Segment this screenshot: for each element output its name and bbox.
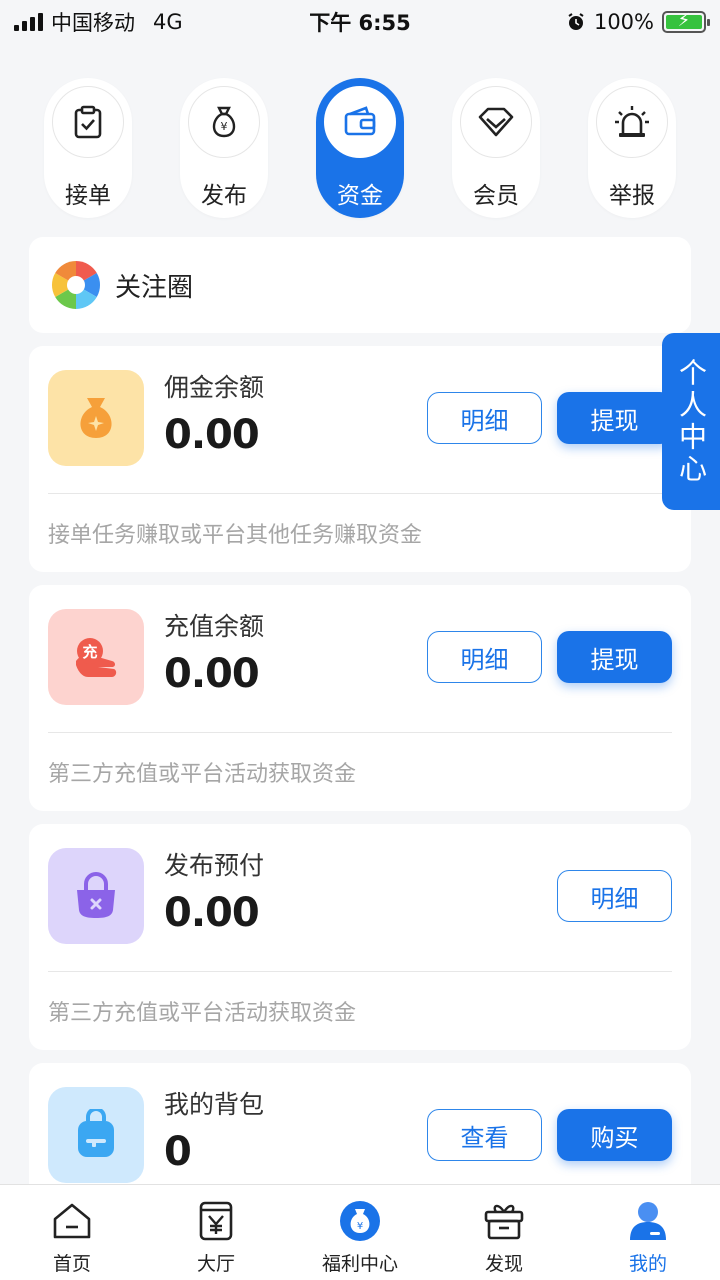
- quick-nav-member[interactable]: 会员: [452, 78, 540, 218]
- fund-icon-box: 充: [48, 609, 144, 705]
- backpack-buy-button[interactable]: 购买: [557, 1109, 672, 1161]
- fund-icon-box: [48, 1087, 144, 1183]
- signal-icon: [14, 13, 43, 31]
- svg-text:充: 充: [82, 643, 97, 661]
- quick-nav-label: 发布: [201, 183, 247, 209]
- fund-description: 接单任务赚取或平台其他任务赚取资金: [48, 523, 423, 548]
- user-icon: [626, 1199, 670, 1243]
- quick-nav-icon-circle: [324, 86, 396, 158]
- fund-icon-box: [48, 370, 144, 466]
- battery-icon: ⚡: [662, 10, 710, 33]
- battery-label: 100%: [593, 10, 654, 34]
- divider: [48, 971, 672, 972]
- status-bar: 中国移动 4G 下午 6:55 100% ⚡: [0, 0, 720, 44]
- money-bag-icon: ¥: [212, 106, 236, 138]
- diamond-icon: [478, 107, 514, 137]
- lock-bag-icon: [77, 872, 115, 918]
- tab-hall[interactable]: 大厅: [144, 1185, 288, 1280]
- recharge-withdraw-button[interactable]: 提现: [557, 631, 672, 683]
- welfare-bag-icon: ¥: [338, 1199, 382, 1243]
- bottom-tab-bar: 首页 大厅 ¥ 福利中心 发现 我的: [0, 1184, 720, 1280]
- fund-title: 充值余额: [164, 612, 265, 641]
- camera-aperture-icon: [51, 261, 101, 309]
- prepaid-detail-button[interactable]: 明细: [557, 870, 672, 922]
- tab-discover[interactable]: 发现: [432, 1185, 576, 1280]
- recharge-balance-card: 充 充值余额 0.00 明细 提现 第三方充值或平台活动获取资金: [29, 585, 691, 811]
- fund-title: 佣金余额: [164, 373, 265, 402]
- tab-mine[interactable]: 我的: [576, 1185, 720, 1280]
- wallet-icon: [344, 106, 376, 136]
- fund-card-top: 佣金余额 0.00 明细 提现: [29, 346, 691, 494]
- gift-box-icon: [482, 1199, 526, 1243]
- fund-value: 0: [164, 1129, 192, 1175]
- commission-withdraw-button[interactable]: 提现: [557, 392, 672, 444]
- recharge-detail-button[interactable]: 明细: [427, 631, 542, 683]
- svg-text:¥: ¥: [221, 120, 228, 133]
- quick-nav-label: 接单: [65, 183, 111, 209]
- fund-value: 0.00: [164, 412, 260, 458]
- quick-nav-label: 举报: [609, 183, 655, 209]
- alarm-siren-icon: [615, 106, 649, 137]
- backpack-view-button[interactable]: 查看: [427, 1109, 542, 1161]
- fund-value: 0.00: [164, 890, 260, 936]
- fund-title: 我的背包: [164, 1090, 265, 1119]
- follow-circle-label: 关注圈: [115, 272, 194, 303]
- backpack-icon: [78, 1109, 114, 1157]
- divider: [48, 493, 672, 494]
- tab-label: 福利中心: [321, 1253, 398, 1275]
- status-right: 100% ⚡: [566, 10, 710, 34]
- quick-nav-label: 会员: [473, 183, 519, 209]
- fund-icon-box: [48, 848, 144, 944]
- tab-home[interactable]: 首页: [0, 1185, 144, 1280]
- quick-nav-publish[interactable]: ¥ 发布: [180, 78, 268, 218]
- publish-prepaid-card: 发布预付 0.00 明细 第三方充值或平台活动获取资金: [29, 824, 691, 1050]
- personal-center-tab[interactable]: 个人中心: [662, 333, 720, 510]
- divider: [48, 732, 672, 733]
- tab-welfare-center[interactable]: ¥ 福利中心: [288, 1185, 432, 1280]
- yuan-hall-icon: [194, 1199, 238, 1243]
- commission-detail-button[interactable]: 明细: [427, 392, 542, 444]
- fund-title: 发布预付: [164, 851, 265, 880]
- follow-circle-card[interactable]: 关注圈: [29, 237, 691, 333]
- quick-nav-accept-order[interactable]: 接单: [44, 78, 132, 218]
- commission-balance-card: 佣金余额 0.00 明细 提现 接单任务赚取或平台其他任务赚取资金: [29, 346, 691, 572]
- quick-nav-report[interactable]: 举报: [588, 78, 676, 218]
- alarm-icon: [568, 13, 584, 30]
- fund-value: 0.00: [164, 651, 260, 697]
- fund-description: 第三方充值或平台活动获取资金: [48, 762, 357, 787]
- clipboard-check-icon: [74, 105, 102, 139]
- quick-nav-icon-circle: [596, 86, 668, 158]
- quick-nav-icon-circle: ¥: [188, 86, 260, 158]
- fund-card-top: 发布预付 0.00 明细: [29, 824, 691, 972]
- network-label: 4G: [153, 10, 183, 34]
- tab-label: 首页: [52, 1253, 91, 1275]
- quick-nav-label: 资金: [337, 183, 383, 209]
- quick-nav: 接单 ¥ 发布 资金 会员 举报: [44, 78, 676, 218]
- fund-card-top: 充 充值余额 0.00 明细 提现: [29, 585, 691, 733]
- recharge-hand-icon: 充: [76, 638, 117, 677]
- tab-label: 我的: [628, 1253, 667, 1275]
- quick-nav-funds[interactable]: 资金: [316, 78, 404, 218]
- personal-center-label: 个人中心: [675, 357, 708, 486]
- home-icon: [50, 1199, 94, 1243]
- quick-nav-icon-circle: [460, 86, 532, 158]
- quick-nav-icon-circle: [52, 86, 124, 158]
- money-bag-icon: [80, 398, 112, 438]
- svg-text:¥: ¥: [357, 1221, 363, 1232]
- fund-description: 第三方充值或平台活动获取资金: [48, 1001, 357, 1026]
- carrier-label: 中国移动: [51, 11, 135, 35]
- tab-label: 发现: [484, 1253, 523, 1275]
- tab-label: 大厅: [196, 1253, 235, 1275]
- status-left: 中国移动 4G: [14, 7, 183, 37]
